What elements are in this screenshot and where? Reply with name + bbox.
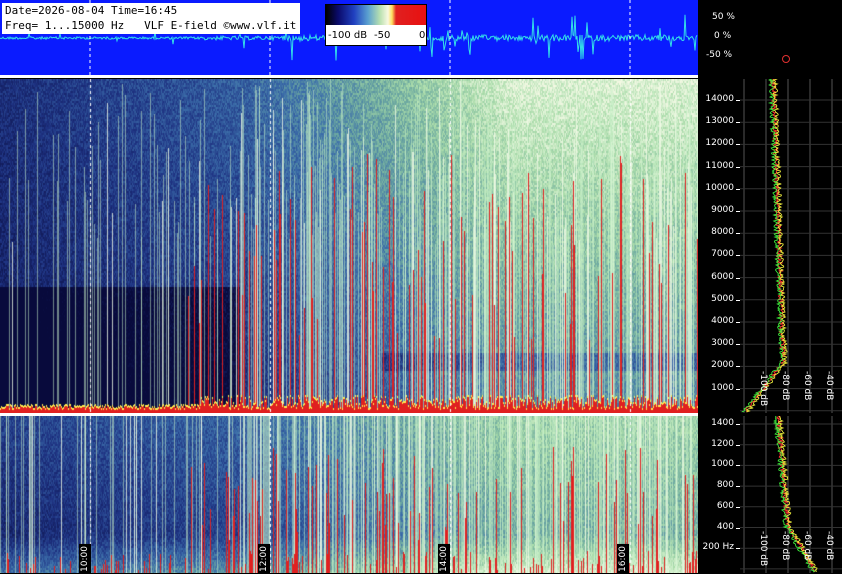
scale-label-zero: 0 % (714, 31, 732, 41)
freq-main-label: 4000 (711, 316, 734, 326)
colorbar-tick-mid: -50 (374, 30, 391, 41)
scale-label-plus50: 50 % (712, 12, 735, 22)
spectrum-profile-main-plot (740, 79, 842, 413)
freq-main-label: 12000 (705, 138, 734, 149)
freq-main-label: 7000 (711, 249, 734, 260)
time-label-1400: 14:00 (438, 544, 450, 574)
spectrogram-main (0, 79, 698, 413)
spectrum-profile-low: -100 dB-80 dB-60 dB-40 dB-20 dB (740, 416, 842, 573)
frequency-axis-main: 14000 13000 12000 11000 10000 9000 8000 7000 600… (698, 79, 740, 413)
profile-low-db-label: -60 dB (802, 531, 812, 561)
freq-main-label: 5000 (711, 293, 734, 304)
colorbar-tick-max: 0 (419, 30, 426, 41)
freq-main-label: 3000 (711, 338, 734, 349)
freq-main-label: 13000 (705, 116, 734, 127)
date-time-line: Date=2026-08-04 Time=16:45 (5, 4, 178, 17)
time-label-1200: 12:00 (258, 544, 270, 574)
profile-main-db-label: -60 dB (802, 371, 812, 401)
separator-top (0, 75, 698, 78)
freq-low-label: 1400 (711, 418, 734, 428)
waveform-scale: 50 % 0 % -50 % (698, 0, 842, 75)
profile-main-db-label: -100 dB (758, 371, 768, 407)
colorbar-tick-min: -100 dB (328, 30, 368, 41)
spectrogram-low (0, 416, 698, 573)
frequency-line: Freq= 1...15000 Hz VLF E-field ©www.vlf.… (5, 19, 297, 32)
freq-main-label: 10000 (705, 182, 734, 193)
freq-main-label: 11000 (705, 160, 734, 171)
freq-main-label: 1000 (711, 382, 734, 393)
spectrogram-main-canvas (0, 79, 698, 413)
profile-main-db-label: -80 dB (780, 371, 790, 401)
freq-low-label: 200 Hz (702, 542, 734, 553)
colorbar-legend: -100 dB -50 0 (325, 4, 427, 46)
freq-low-label: 1000 (711, 459, 734, 470)
freq-main-label: 8000 (711, 227, 734, 238)
profile-main-trace (745, 79, 786, 413)
frequency-axis-low: 1400 1200 1000 800 600 400 200 Hz (698, 416, 740, 573)
colorbar-gradient (326, 5, 426, 25)
profile-low-db-label: -40 dB (824, 531, 834, 561)
scale-label-minus50: -50 % (706, 50, 733, 60)
freq-main-label: 6000 (711, 271, 734, 282)
info-box: Date=2026-08-04 Time=16:45 Freq= 1...150… (2, 3, 301, 34)
freq-low-label: 800 (716, 480, 734, 491)
profile-main-trace (745, 79, 788, 413)
freq-low-label: 400 (716, 521, 734, 532)
freq-main-label: 9000 (711, 205, 734, 215)
freq-main-label: 14000 (705, 94, 734, 104)
marker-circle-icon (782, 55, 790, 63)
profile-low-db-label: -100 dB (758, 531, 768, 567)
profile-main-db-label: -40 dB (824, 371, 834, 401)
freq-main-label: 2000 (711, 360, 734, 371)
time-label-1600: 16:00 (617, 544, 629, 574)
profile-low-db-label: -80 dB (780, 531, 790, 561)
time-label-1000: 10:00 (79, 544, 91, 574)
freq-low-label: 1200 (711, 438, 734, 449)
spectrogram-low-canvas (0, 416, 698, 573)
spectrum-profile-main: -100 dB-80 dB-60 dB-40 dB-20 dB (740, 79, 842, 413)
freq-low-label: 600 (716, 500, 734, 511)
